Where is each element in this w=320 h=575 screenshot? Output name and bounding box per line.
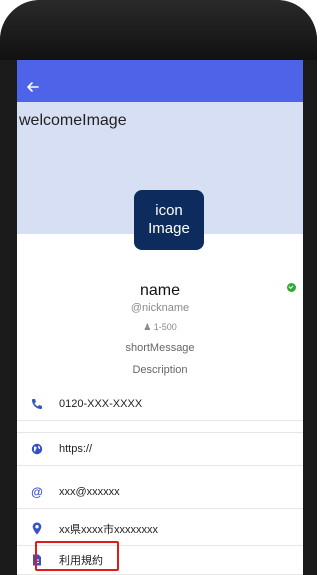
at-icon: @ bbox=[31, 484, 43, 499]
person-icon: ♟ bbox=[143, 322, 152, 332]
icon-image-label-line1: icon bbox=[155, 202, 183, 219]
address-row[interactable]: xx県xxxx市xxxxxxxx bbox=[17, 512, 303, 546]
terms-label: 利用規約 bbox=[59, 555, 103, 567]
followers-count: 1-500 bbox=[153, 322, 177, 332]
profile-nickname: @nickname bbox=[130, 302, 190, 314]
phone-row[interactable]: 0120-XXX-XXXX bbox=[17, 387, 303, 421]
profile-description: Description bbox=[132, 364, 188, 376]
address-text: xx県xxxx市xxxxxxxx bbox=[59, 523, 158, 536]
welcome-image-label: welcomeImage bbox=[19, 112, 127, 129]
document-icon bbox=[25, 554, 49, 566]
email-row[interactable]: @ xxx@xxxxxx bbox=[17, 475, 303, 509]
phone-frame: welcomeImage icon Image name @nickname ♟… bbox=[0, 0, 317, 575]
email-address: xxx@xxxxxx bbox=[59, 485, 120, 498]
arrow-left-icon[interactable] bbox=[26, 80, 40, 94]
app-bar bbox=[17, 72, 303, 102]
profile-name: name bbox=[139, 282, 181, 299]
app-screen: welcomeImage icon Image name @nickname ♟… bbox=[17, 60, 303, 575]
phone-number: 0120-XXX-XXXX bbox=[59, 397, 143, 410]
icon-image-label-line2: Image bbox=[148, 220, 190, 237]
profile-followers: ♟ 1-500 bbox=[17, 322, 303, 333]
website-url: https:// bbox=[59, 443, 93, 455]
phone-icon bbox=[25, 398, 49, 410]
profile-short-message: shortMessage bbox=[125, 342, 195, 354]
website-row[interactable]: https:// bbox=[17, 432, 303, 466]
terms-row[interactable]: 利用規約 bbox=[17, 546, 303, 575]
globe-icon bbox=[25, 443, 49, 455]
status-bar bbox=[17, 60, 303, 72]
location-pin-icon bbox=[25, 522, 49, 535]
phone-bezel bbox=[0, 0, 317, 60]
profile-icon-image: icon Image bbox=[134, 190, 204, 250]
